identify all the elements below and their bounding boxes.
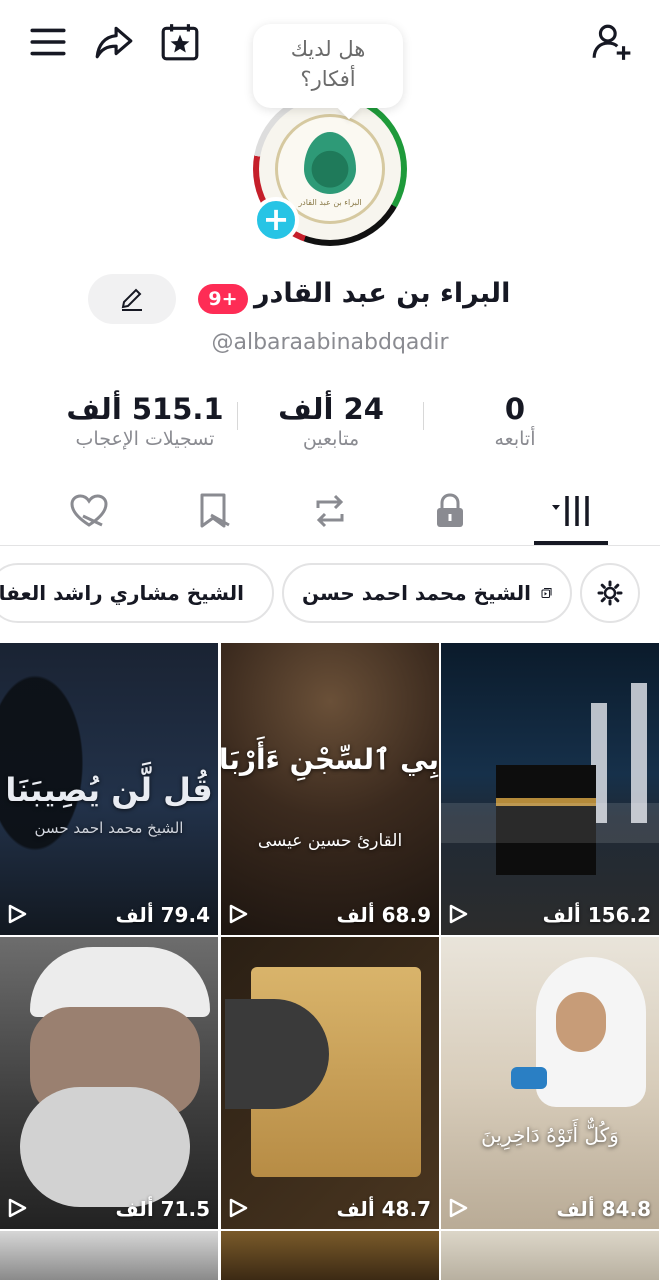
video-thumbnail[interactable]: 156.2 ألف [441,643,659,935]
playlist-label: الشيخ مشاري راشد العفاسي [0,581,244,605]
edit-profile-button[interactable] [88,274,176,324]
microphone [511,1067,547,1089]
logo-emblem [304,131,356,194]
followers-count: 24 ألف [278,392,384,426]
play-icon [449,904,468,924]
playlist-label: الشيخ محمد احمد حسن [302,581,531,605]
person-face [556,992,606,1052]
video-thumbnail[interactable]: وَكُلٌّ أَتَوْهُ دَاخِرِينَ 84.8 ألف [441,937,659,1229]
username: @albaraabinabdqadir [211,330,449,355]
playlist-chips: الشيخ مشاري راشد العفاسي الشيخ محمد احمد… [0,563,660,625]
view-count: 48.7 ألف [336,1197,431,1221]
video-caption: وَكُلٌّ أَتَوْهُ دَاخِرِينَ [481,1123,619,1147]
bubble-line-2: أفكار؟ [300,67,356,91]
followers-stat[interactable]: 24 ألف متابعين [236,392,426,450]
ideas-bubble[interactable]: هل لديك أفكار؟ [253,24,403,108]
colonnade [441,803,659,843]
view-count: 71.5 ألف [115,1197,210,1221]
video-subcaption: القارئ حسين عيسى [257,831,403,851]
logo-caption: البراء بن عبد القادر [298,197,362,207]
gear-icon [597,580,623,606]
tab-private[interactable] [415,486,485,536]
likes-count: 515.1 ألف [66,392,224,426]
play-icon [229,1198,248,1218]
bookmark-hidden-icon [200,493,230,528]
menu-icon[interactable] [24,18,72,66]
add-friend-icon[interactable] [588,18,636,66]
video-caption: بِي ٱلسِّجْنِ ءَأَرْبَابٌ مُّتَفَرِّ [221,743,439,776]
playlist-chip[interactable]: الشيخ محمد احمد حسن [282,563,572,623]
notification-badge[interactable]: 9+ [198,284,248,314]
tab-favorites[interactable] [178,486,248,536]
followers-label: متابعين [302,428,360,450]
view-count: 156.2 ألف [542,903,651,927]
following-label: أتابعه [494,428,536,450]
heart-hidden-icon [70,494,108,527]
video-thumbnail[interactable]: 71.5 ألف [0,937,218,1229]
profile-name-row: 9+ البراء بن عبد القادر [0,270,660,326]
likes-label: تسجيلات الإعجاب [75,428,215,450]
share-icon[interactable] [90,18,138,66]
view-count: 68.9 ألف [336,903,431,927]
video-grid: 156.2 ألف بِي ٱلسِّجْنِ ءَأَرْبَابٌ مُّت… [0,643,660,1280]
minaret [631,683,647,823]
playlist-chip[interactable]: الشيخ مشاري راشد العفاسي [0,563,274,623]
tab-reposts[interactable] [295,486,365,536]
repost-icon [316,494,344,528]
profile-tabs [0,480,660,546]
tab-videos[interactable] [536,486,606,536]
view-count: 79.4 ألف [115,903,210,927]
play-icon [8,1198,27,1218]
calendar-star-icon[interactable] [156,18,204,66]
video-thumbnail[interactable]: بِي ٱلسِّجْنِ ءَأَرْبَابٌ مُّتَفَرِّ الق… [221,643,439,935]
video-caption: قُل لَّن يُصِيبَنَا [5,771,213,809]
add-story-button[interactable]: + [253,197,299,243]
pencil-icon [121,288,142,311]
tab-liked[interactable] [54,486,124,536]
video-thumbnail[interactable] [0,1231,218,1280]
video-thumbnail[interactable] [441,1231,659,1280]
following-stat[interactable]: 0 أتابعه [420,392,610,450]
profile-stats: 0 أتابعه 24 ألف متابعين 515.1 ألف تسجيلا… [0,392,660,462]
view-count: 84.8 ألف [556,1197,651,1221]
display-name: البراء بن عبد القادر [254,278,511,309]
video-thumbnail[interactable]: قُل لَّن يُصِيبَنَا الشيخ محمد احمد حسن … [0,643,218,935]
bubble-line-1: هل لديك [290,37,366,61]
play-icon [229,904,248,924]
video-thumbnail[interactable] [221,1231,439,1280]
following-count: 0 [504,392,526,426]
likes-stat[interactable]: 515.1 ألف تسجيلات الإعجاب [50,392,240,450]
play-icon [449,1198,468,1218]
video-thumbnail[interactable]: 48.7 ألف [221,937,439,1229]
playlist-icon [541,587,552,599]
active-tab-indicator [534,541,608,545]
play-icon [8,904,27,924]
video-subcaption: الشيخ محمد احمد حسن [34,819,184,837]
videos-grid-icon [552,496,589,526]
lock-icon [437,493,463,527]
playlist-settings-button[interactable] [580,563,640,623]
beard [20,1087,190,1207]
